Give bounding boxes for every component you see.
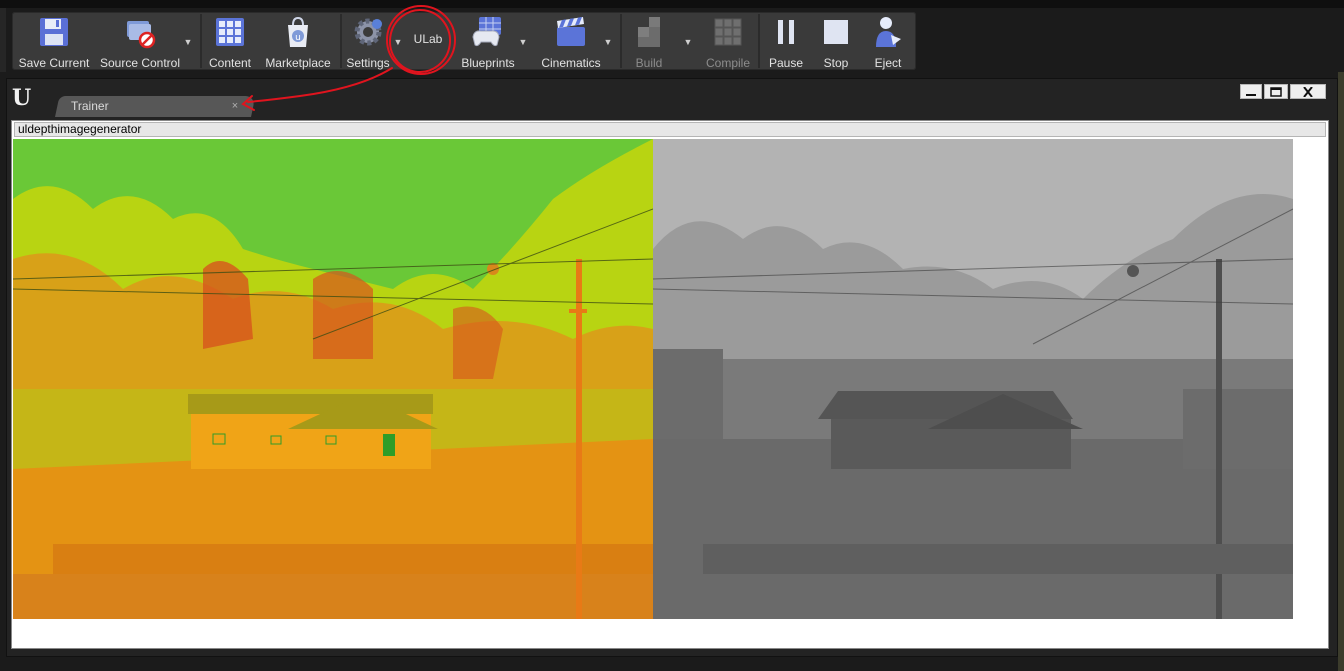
source-control-button[interactable]: Source Control bbox=[96, 12, 184, 70]
pause-icon bbox=[769, 15, 803, 49]
compile-label: Compile bbox=[705, 56, 750, 70]
cinematics-label: Cinematics bbox=[541, 56, 601, 70]
source-control-label: Source Control bbox=[99, 56, 181, 70]
toolbar-separator bbox=[758, 14, 760, 68]
source-control-dropdown-icon[interactable]: ▼ bbox=[182, 36, 194, 48]
compile-cube-icon bbox=[711, 15, 745, 49]
source-control-icon bbox=[123, 15, 157, 49]
settings-label: Settings bbox=[346, 56, 390, 70]
top-strip bbox=[0, 0, 1344, 8]
blueprints-dropdown-icon[interactable]: ▼ bbox=[517, 36, 529, 48]
blueprints-button[interactable]: Blueprints bbox=[456, 12, 520, 70]
background-edge bbox=[1338, 72, 1344, 671]
settings-gear-icon bbox=[351, 15, 385, 49]
left-edge bbox=[0, 8, 6, 72]
stop-label: Stop bbox=[823, 56, 849, 70]
maximize-button[interactable] bbox=[1264, 84, 1288, 99]
build-label: Build bbox=[635, 56, 663, 70]
save-current-label: Save Current bbox=[18, 56, 90, 70]
compile-button[interactable]: Compile bbox=[700, 12, 756, 70]
unreal-logo-icon: U bbox=[12, 85, 32, 111]
toolbar-separator bbox=[200, 14, 202, 68]
tab-trainer-label: Trainer bbox=[71, 99, 109, 113]
color-segmentation-view bbox=[13, 139, 653, 619]
pause-button[interactable]: Pause bbox=[762, 12, 810, 70]
pause-label: Pause bbox=[768, 56, 804, 70]
blueprints-label: Blueprints bbox=[461, 56, 515, 70]
save-current-button[interactable]: Save Current bbox=[16, 12, 92, 70]
save-icon bbox=[37, 15, 71, 49]
minimize-icon bbox=[1246, 93, 1256, 96]
cinematics-dropdown-icon[interactable]: ▼ bbox=[602, 36, 614, 48]
minimize-button[interactable] bbox=[1240, 84, 1262, 99]
toolbar-separator bbox=[620, 14, 622, 68]
eject-button[interactable]: Eject bbox=[864, 12, 912, 70]
svg-text:u: u bbox=[295, 33, 301, 43]
stop-button[interactable]: Stop bbox=[814, 12, 858, 70]
close-window-button[interactable] bbox=[1290, 84, 1326, 99]
ulab-button[interactable]: ULab bbox=[406, 12, 450, 70]
main-toolbar: Save Current Source Control ▼ Content u … bbox=[12, 12, 916, 70]
tab-close-icon[interactable]: × bbox=[229, 99, 241, 113]
eject-person-icon bbox=[871, 15, 905, 49]
content-label: Content bbox=[208, 56, 252, 70]
eject-label: Eject bbox=[874, 56, 902, 70]
stop-icon bbox=[819, 15, 853, 49]
ulab-label: ULab bbox=[413, 32, 443, 46]
address-field[interactable]: uldepthimagegenerator bbox=[14, 122, 1326, 137]
settings-dropdown-icon[interactable]: ▼ bbox=[392, 36, 404, 48]
build-dropdown-icon[interactable]: ▼ bbox=[682, 36, 694, 48]
depth-view bbox=[653, 139, 1293, 619]
cinematics-button[interactable]: Cinematics bbox=[534, 12, 608, 70]
settings-button[interactable]: Settings bbox=[344, 12, 392, 70]
content-browser-icon bbox=[213, 15, 247, 49]
marketplace-label: Marketplace bbox=[265, 56, 331, 70]
build-button[interactable]: Build bbox=[624, 12, 674, 70]
blueprints-gamepad-icon bbox=[471, 15, 505, 49]
marketplace-button[interactable]: u Marketplace bbox=[262, 12, 334, 70]
close-icon bbox=[1303, 86, 1313, 97]
toolbar-separator bbox=[340, 14, 342, 68]
content-margin bbox=[1293, 139, 1328, 619]
content-button[interactable]: Content bbox=[204, 12, 256, 70]
marketplace-icon: u bbox=[281, 15, 315, 49]
cinematics-clapper-icon bbox=[554, 15, 588, 49]
maximize-icon bbox=[1270, 86, 1282, 97]
build-blocks-icon bbox=[632, 15, 666, 49]
